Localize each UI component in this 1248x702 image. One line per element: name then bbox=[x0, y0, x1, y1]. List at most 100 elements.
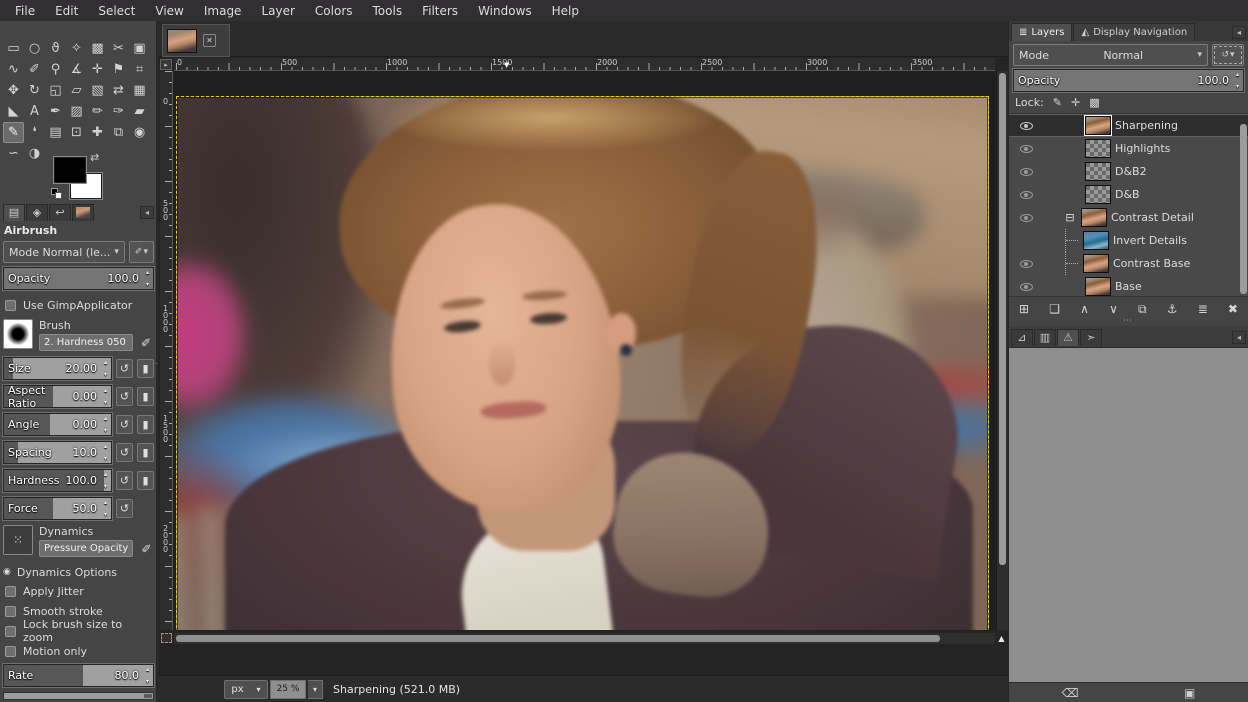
lock-position-icon[interactable]: ✛ bbox=[1071, 96, 1080, 109]
hardness-link-button[interactable]: ▮ bbox=[137, 471, 154, 490]
angle-slider[interactable]: Angle0.00 ▴▾ bbox=[3, 413, 112, 436]
flip-tool[interactable]: ⇄ bbox=[108, 80, 129, 101]
lock-alpha-icon[interactable]: ▩ bbox=[1089, 96, 1099, 109]
paths-tool[interactable]: ∿ bbox=[3, 59, 24, 80]
layer-thumbnail[interactable] bbox=[1083, 254, 1109, 273]
image-canvas[interactable] bbox=[176, 96, 989, 630]
edit-brush-icon[interactable]: ✐ bbox=[138, 335, 154, 351]
motion-only-checkbox[interactable]: Motion only bbox=[3, 641, 154, 661]
aspect-ratio-link-button[interactable]: ▮ bbox=[137, 387, 154, 406]
tab-layers[interactable]: ≣ Layers bbox=[1011, 23, 1072, 41]
spacing-reset-button[interactable]: ↺ bbox=[116, 443, 133, 462]
color-picker-tool[interactable]: ✐ bbox=[24, 59, 45, 80]
paint-mode-dropdown[interactable]: Mode Normal (le... ▾ bbox=[3, 241, 125, 263]
angle-link-button[interactable]: ▮ bbox=[137, 415, 154, 434]
free-select-tool[interactable]: ϑ bbox=[45, 38, 66, 59]
fuzzy-select-tool[interactable]: ✧ bbox=[66, 38, 87, 59]
mode-group-button[interactable]: ✐▾ bbox=[129, 241, 154, 263]
tool-options-scrollbar[interactable] bbox=[3, 692, 154, 700]
force-slider[interactable]: Force50.0 ▴▾ bbox=[3, 497, 112, 520]
layer-row-db2[interactable]: D&B2 bbox=[1009, 160, 1248, 183]
tab-pointer[interactable]: ➣ bbox=[1080, 329, 1102, 346]
device-status-tab[interactable]: ◈ bbox=[26, 204, 48, 221]
layer-row-contrast-base[interactable]: Contrast Base bbox=[1009, 252, 1248, 275]
zoom-level-input[interactable]: 25 % bbox=[270, 680, 306, 699]
aspect-ratio-slider[interactable]: Aspect Ratio0.00 ▴▾ bbox=[3, 385, 112, 408]
layer-thumbnail[interactable] bbox=[1081, 208, 1107, 227]
force-reset-button[interactable]: ↺ bbox=[116, 499, 133, 518]
ellipse-select-tool[interactable]: ○ bbox=[24, 38, 45, 59]
layer-row-db[interactable]: D&B bbox=[1009, 183, 1248, 206]
select-by-color-tool[interactable]: ▩ bbox=[87, 38, 108, 59]
size-spinner[interactable]: ▴▾ bbox=[100, 358, 111, 379]
layer-row-invert-details[interactable]: Invert Details bbox=[1009, 229, 1248, 252]
new-group-button[interactable]: ❑ bbox=[1049, 302, 1060, 316]
tab-display-navigation[interactable]: ◭ Display Navigation bbox=[1073, 23, 1195, 41]
angle-spinner[interactable]: ▴▾ bbox=[100, 414, 111, 435]
layer-thumbnail[interactable] bbox=[1085, 116, 1111, 135]
collapse-dock-icon[interactable]: ◂ bbox=[140, 206, 154, 219]
menu-colors[interactable]: Colors bbox=[306, 1, 362, 21]
menu-filters[interactable]: Filters bbox=[413, 1, 467, 21]
default-colors-icon[interactable] bbox=[51, 188, 63, 200]
lower-layer-button[interactable]: ∨ bbox=[1109, 302, 1118, 316]
visibility-eye-icon[interactable] bbox=[1020, 145, 1033, 153]
layer-thumbnail[interactable] bbox=[1085, 139, 1111, 158]
visibility-eye-icon[interactable] bbox=[1020, 122, 1033, 130]
layer-thumbnail[interactable] bbox=[1085, 277, 1111, 296]
layer-list-scrollbar[interactable] bbox=[1240, 124, 1247, 294]
menu-tools[interactable]: Tools bbox=[364, 1, 412, 21]
layer-row-sharpening[interactable]: Sharpening bbox=[1009, 114, 1248, 137]
collapse-dock-icon[interactable]: ◂ bbox=[1232, 331, 1246, 344]
shear-tool[interactable]: ▱ bbox=[66, 80, 87, 101]
zoom-dropdown-button[interactable]: ▾ bbox=[308, 680, 323, 699]
canvas-viewport[interactable] bbox=[174, 71, 995, 630]
smudge-tool[interactable]: ∽ bbox=[3, 143, 24, 164]
mypaint-brush-tool[interactable]: ▤ bbox=[45, 122, 66, 143]
layer-opacity-spinner[interactable]: ▴▾ bbox=[1232, 70, 1243, 91]
menu-edit[interactable]: Edit bbox=[46, 1, 87, 21]
angle-reset-button[interactable]: ↺ bbox=[116, 415, 133, 434]
eraser-tool[interactable]: ▰ bbox=[129, 101, 150, 122]
layer-thumbnail[interactable] bbox=[1085, 162, 1111, 181]
undo-history-tab[interactable]: ↩ bbox=[49, 204, 71, 221]
aspect-ratio-reset-button[interactable]: ↺ bbox=[116, 387, 133, 406]
dynamics-select-button[interactable]: Pressure Opacity bbox=[39, 540, 133, 557]
hardness-spinner[interactable]: ▴▾ bbox=[100, 470, 111, 491]
rotate-tool[interactable]: ↻ bbox=[24, 80, 45, 101]
measure-tool[interactable]: ∡ bbox=[66, 59, 87, 80]
group-collapse-icon[interactable]: ⊟ bbox=[1063, 211, 1077, 224]
tab-channels[interactable]: ▥ bbox=[1034, 329, 1056, 346]
hardness-slider[interactable]: Hardness100.0 ▴▾ bbox=[3, 469, 112, 492]
crop-tool[interactable]: ⌗ bbox=[129, 59, 150, 80]
dynamics-options-expander[interactable]: ◉ Dynamics Options bbox=[3, 563, 154, 581]
image-thumbnail-tab[interactable] bbox=[72, 204, 94, 221]
save-errors-button[interactable]: ▣ bbox=[1184, 686, 1195, 700]
align-tool[interactable]: ⚑ bbox=[108, 59, 129, 80]
layer-row-contrast-detail[interactable]: ⊟ Contrast Detail bbox=[1009, 206, 1248, 229]
unified-transform-tool[interactable]: ✥ bbox=[3, 80, 24, 101]
layer-row-highlights[interactable]: Highlights bbox=[1009, 137, 1248, 160]
dodge-burn-tool[interactable]: ◑ bbox=[24, 143, 45, 164]
foreground-color-swatch[interactable] bbox=[54, 157, 86, 183]
spacing-link-button[interactable]: ▮ bbox=[137, 443, 154, 462]
collapse-dock-icon[interactable]: ◂ bbox=[1232, 26, 1246, 39]
force-spinner[interactable]: ▴▾ bbox=[100, 498, 111, 519]
tab-histogram[interactable]: ⊿ bbox=[1011, 329, 1033, 346]
zoom-tool[interactable]: ⚲ bbox=[45, 59, 66, 80]
gradient-tool[interactable]: ▨ bbox=[66, 101, 87, 122]
rectangle-select-tool[interactable]: ▭ bbox=[3, 38, 24, 59]
duplicate-layer-button[interactable]: ⧉ bbox=[1138, 302, 1147, 317]
airbrush-tool[interactable]: ✎ bbox=[3, 122, 24, 143]
menu-file[interactable]: File bbox=[6, 1, 44, 21]
blur-sharpen-tool[interactable]: ◉ bbox=[129, 122, 150, 143]
merge-layer-button[interactable]: ≣ bbox=[1198, 302, 1208, 316]
edit-dynamics-icon[interactable]: ✐ bbox=[138, 541, 154, 557]
opacity-slider[interactable]: Opacity100.0 ▴▾ bbox=[3, 267, 154, 290]
rate-spinner[interactable]: ▴▾ bbox=[142, 665, 153, 686]
layer-opacity-slider[interactable]: Opacity100.0 ▴▾ bbox=[1013, 69, 1244, 92]
quick-mask-toggle[interactable] bbox=[161, 633, 172, 643]
tool-options-tab[interactable]: ▤ bbox=[3, 204, 25, 221]
layer-thumbnail[interactable] bbox=[1085, 185, 1111, 204]
delete-layer-button[interactable]: ✖ bbox=[1228, 302, 1238, 316]
